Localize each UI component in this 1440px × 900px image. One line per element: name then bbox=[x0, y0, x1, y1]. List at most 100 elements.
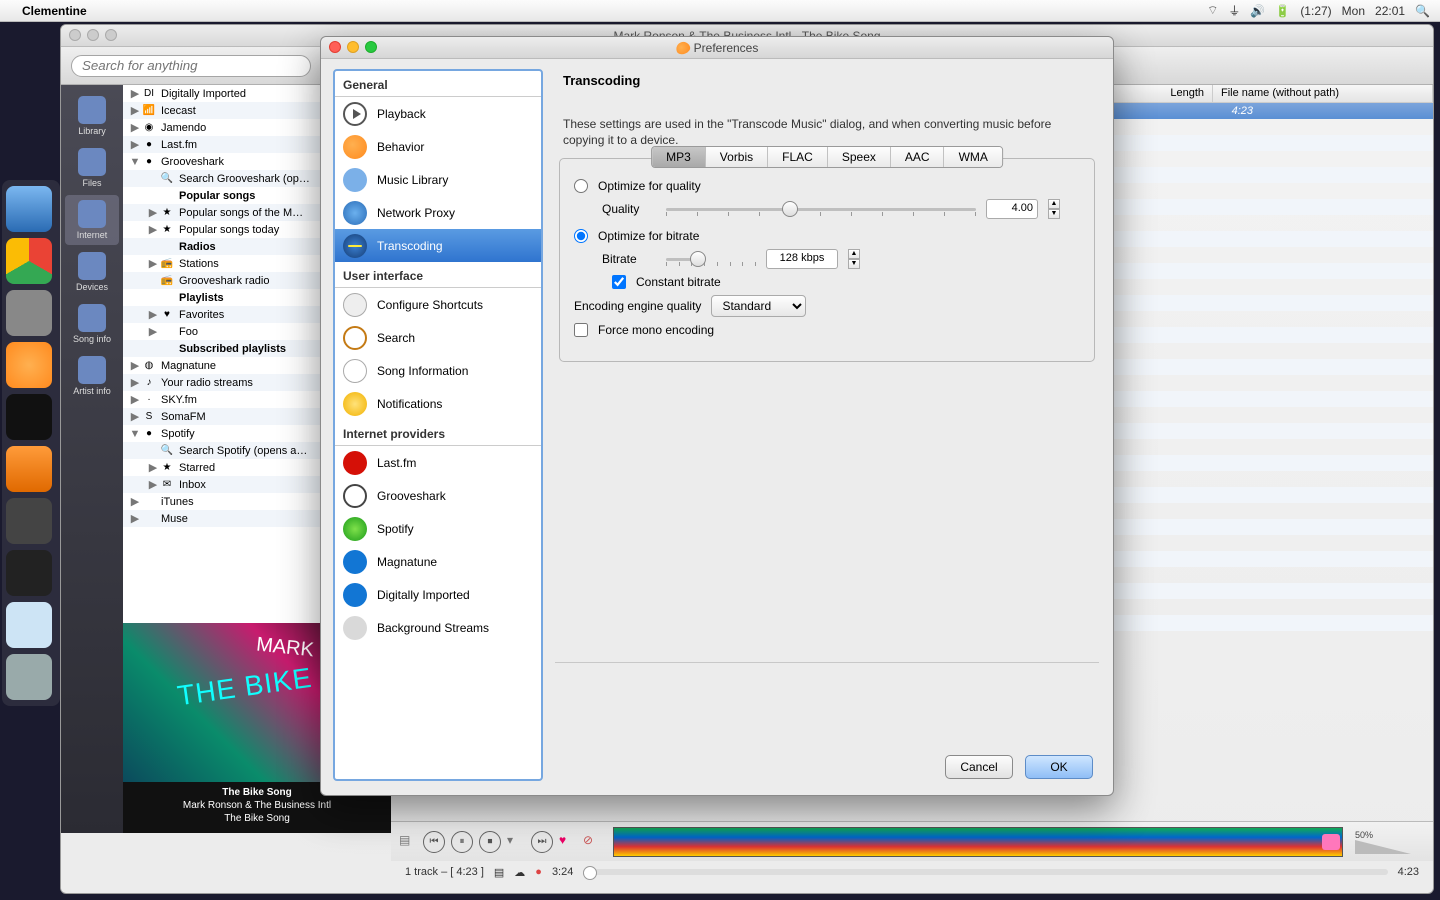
minimize-icon[interactable] bbox=[347, 41, 359, 53]
search-input[interactable] bbox=[71, 55, 311, 77]
ok-button[interactable]: OK bbox=[1025, 755, 1093, 779]
clementine-icon bbox=[674, 40, 691, 56]
dock-terminal[interactable] bbox=[6, 550, 52, 596]
prefs-item-last.fm[interactable]: Last.fm bbox=[335, 446, 541, 479]
radio-optimize-quality[interactable] bbox=[574, 179, 588, 193]
prev-button[interactable]: ⏮ bbox=[423, 831, 445, 853]
playlist-icon[interactable]: ▤ bbox=[399, 833, 417, 851]
sidebar-item-devices[interactable]: Devices bbox=[65, 247, 119, 297]
format-tabs: MP3VorbisFLACSpeexAACWMA bbox=[651, 146, 1003, 168]
bluetooth-icon[interactable]: ⌔ bbox=[1207, 3, 1218, 18]
bitrate-stepper[interactable]: ▲▼ bbox=[848, 249, 860, 269]
status-icon1[interactable]: ▤ bbox=[494, 866, 504, 879]
clock-day[interactable]: Mon bbox=[1342, 4, 1365, 18]
dock-app2[interactable] bbox=[6, 498, 52, 544]
prefs-heading: Transcoding bbox=[555, 67, 1099, 94]
sidebar-icons: LibraryFilesInternetDevicesSong infoArti… bbox=[61, 85, 123, 833]
select-engine-quality[interactable]: Standard bbox=[711, 295, 806, 317]
prefs-item-notifications[interactable]: Notifications bbox=[335, 387, 541, 420]
dock-chrome[interactable] bbox=[6, 238, 52, 284]
label-constant-bitrate: Constant bitrate bbox=[636, 275, 721, 289]
dock bbox=[2, 180, 60, 706]
player-bar: ▤ ⏮ ⏸ ⏹ ▾ ⏭ ♥ ⊘ 50% bbox=[391, 821, 1433, 861]
status-bar: 1 track – [ 4:23 ] ▤ ☁ ● 3:24 4:23 bbox=[391, 861, 1433, 883]
tab-wma[interactable]: WMA bbox=[945, 147, 1002, 167]
prefs-item-grooveshark[interactable]: Grooveshark bbox=[335, 479, 541, 512]
volume-control[interactable]: 50% bbox=[1355, 830, 1425, 854]
play-icon bbox=[343, 102, 367, 126]
battery-time: (1:27) bbox=[1300, 4, 1331, 18]
tab-flac[interactable]: FLAC bbox=[768, 147, 828, 167]
bitrate-slider[interactable] bbox=[666, 250, 756, 268]
dock-vlc[interactable] bbox=[6, 446, 52, 492]
tab-speex[interactable]: Speex bbox=[828, 147, 891, 167]
mg-icon bbox=[343, 550, 367, 574]
dock-settings[interactable] bbox=[6, 290, 52, 336]
prefs-item-song-information[interactable]: Song Information bbox=[335, 354, 541, 387]
tab-mp3[interactable]: MP3 bbox=[652, 147, 706, 167]
dock-app[interactable] bbox=[6, 342, 52, 388]
status-icon2[interactable]: ☁ bbox=[514, 866, 525, 879]
sidebar-item-files[interactable]: Files bbox=[65, 143, 119, 193]
prefs-item-magnatune[interactable]: Magnatune bbox=[335, 545, 541, 578]
prefs-item-background-streams[interactable]: Background Streams bbox=[335, 611, 541, 644]
prefs-sidebar[interactable]: GeneralPlaybackBehaviorMusic LibraryNetw… bbox=[333, 69, 543, 781]
dock-finder[interactable] bbox=[6, 186, 52, 232]
dock-trash[interactable] bbox=[6, 654, 52, 700]
prefs-item-music-library[interactable]: Music Library bbox=[335, 163, 541, 196]
prefs-item-spotify[interactable]: Spotify bbox=[335, 512, 541, 545]
trans-icon bbox=[343, 234, 367, 258]
close-icon[interactable] bbox=[329, 41, 341, 53]
dock-folder[interactable] bbox=[6, 602, 52, 648]
next-button[interactable]: ⏭ bbox=[531, 831, 553, 853]
dock-monitor[interactable] bbox=[6, 394, 52, 440]
zoom-icon[interactable] bbox=[365, 41, 377, 53]
preferences-dialog: Preferences GeneralPlaybackBehaviorMusic… bbox=[320, 36, 1114, 796]
nyan-icon bbox=[1322, 834, 1340, 850]
prefs-item-transcoding[interactable]: Transcoding bbox=[335, 229, 541, 262]
traffic-lights[interactable] bbox=[69, 29, 117, 41]
tab-aac[interactable]: AAC bbox=[891, 147, 945, 167]
app-name[interactable]: Clementine bbox=[22, 4, 87, 18]
stop-after-icon[interactable]: ▾ bbox=[507, 833, 525, 851]
sidebar-item-library[interactable]: Library bbox=[65, 91, 119, 141]
quality-value[interactable]: 4.00 bbox=[986, 199, 1038, 219]
sp-icon bbox=[343, 517, 367, 541]
waveform[interactable] bbox=[613, 827, 1343, 857]
prefs-item-search[interactable]: Search bbox=[335, 321, 541, 354]
checkbox-force-mono[interactable] bbox=[574, 323, 588, 337]
bitrate-value[interactable]: 128 kbps bbox=[766, 249, 838, 269]
quality-slider[interactable] bbox=[666, 200, 976, 218]
pause-button[interactable]: ⏸ bbox=[451, 831, 473, 853]
status-icon3[interactable]: ● bbox=[535, 866, 542, 878]
label-force-mono: Force mono encoding bbox=[598, 323, 714, 337]
progress-slider[interactable] bbox=[583, 869, 1387, 875]
sidebar-item-song-info[interactable]: Song info bbox=[65, 299, 119, 349]
label-bitrate: Bitrate bbox=[602, 252, 656, 266]
col-length[interactable]: Length bbox=[1162, 85, 1213, 102]
col-filename[interactable]: File name (without path) bbox=[1213, 85, 1433, 102]
prefs-item-configure-shortcuts[interactable]: Configure Shortcuts bbox=[335, 288, 541, 321]
sidebar-item-artist-info[interactable]: Artist info bbox=[65, 351, 119, 401]
tab-vorbis[interactable]: Vorbis bbox=[706, 147, 768, 167]
radio-optimize-bitrate[interactable] bbox=[574, 229, 588, 243]
orange-icon bbox=[343, 135, 367, 159]
label-optimize-bitrate: Optimize for bitrate bbox=[598, 229, 699, 243]
sidebar-item-internet[interactable]: Internet bbox=[65, 195, 119, 245]
prefs-item-network-proxy[interactable]: Network Proxy bbox=[335, 196, 541, 229]
clock-time[interactable]: 22:01 bbox=[1375, 4, 1405, 18]
wifi-icon[interactable]: ⏚ bbox=[1228, 2, 1240, 19]
checkbox-constant-bitrate[interactable] bbox=[612, 275, 626, 289]
prefs-item-playback[interactable]: Playback bbox=[335, 97, 541, 130]
prefs-item-digitally-imported[interactable]: Digitally Imported bbox=[335, 578, 541, 611]
di-icon bbox=[343, 583, 367, 607]
cancel-button[interactable]: Cancel bbox=[945, 755, 1013, 779]
volume-icon[interactable]: 🔊 bbox=[1250, 4, 1265, 18]
spotlight-icon[interactable]: 🔍 bbox=[1415, 4, 1430, 18]
prefs-item-behavior[interactable]: Behavior bbox=[335, 130, 541, 163]
love-button[interactable]: ♥ bbox=[559, 833, 577, 851]
quality-stepper[interactable]: ▲▼ bbox=[1048, 199, 1060, 219]
ban-button[interactable]: ⊘ bbox=[583, 833, 601, 851]
battery-icon[interactable]: 🔋 bbox=[1275, 4, 1290, 18]
stop-button[interactable]: ⏹ bbox=[479, 831, 501, 853]
